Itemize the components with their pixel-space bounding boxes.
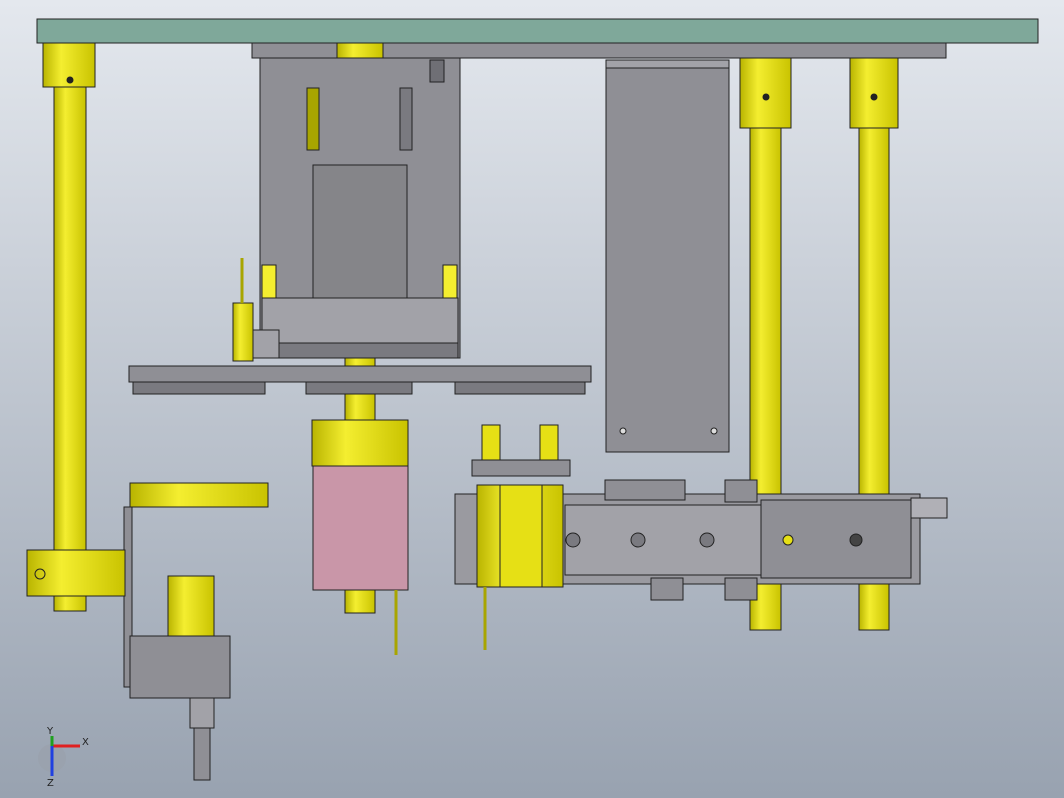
triad-x-label: X bbox=[82, 737, 89, 748]
mounting-plate[interactable] bbox=[128, 365, 592, 395]
triad-y-label: Y bbox=[46, 726, 54, 737]
central-housing[interactable] bbox=[259, 57, 461, 359]
triad-z-label: Z bbox=[47, 778, 54, 789]
vertical-slide-plate[interactable] bbox=[605, 59, 730, 453]
cad-viewport[interactable]: X Y Z bbox=[0, 0, 1064, 798]
